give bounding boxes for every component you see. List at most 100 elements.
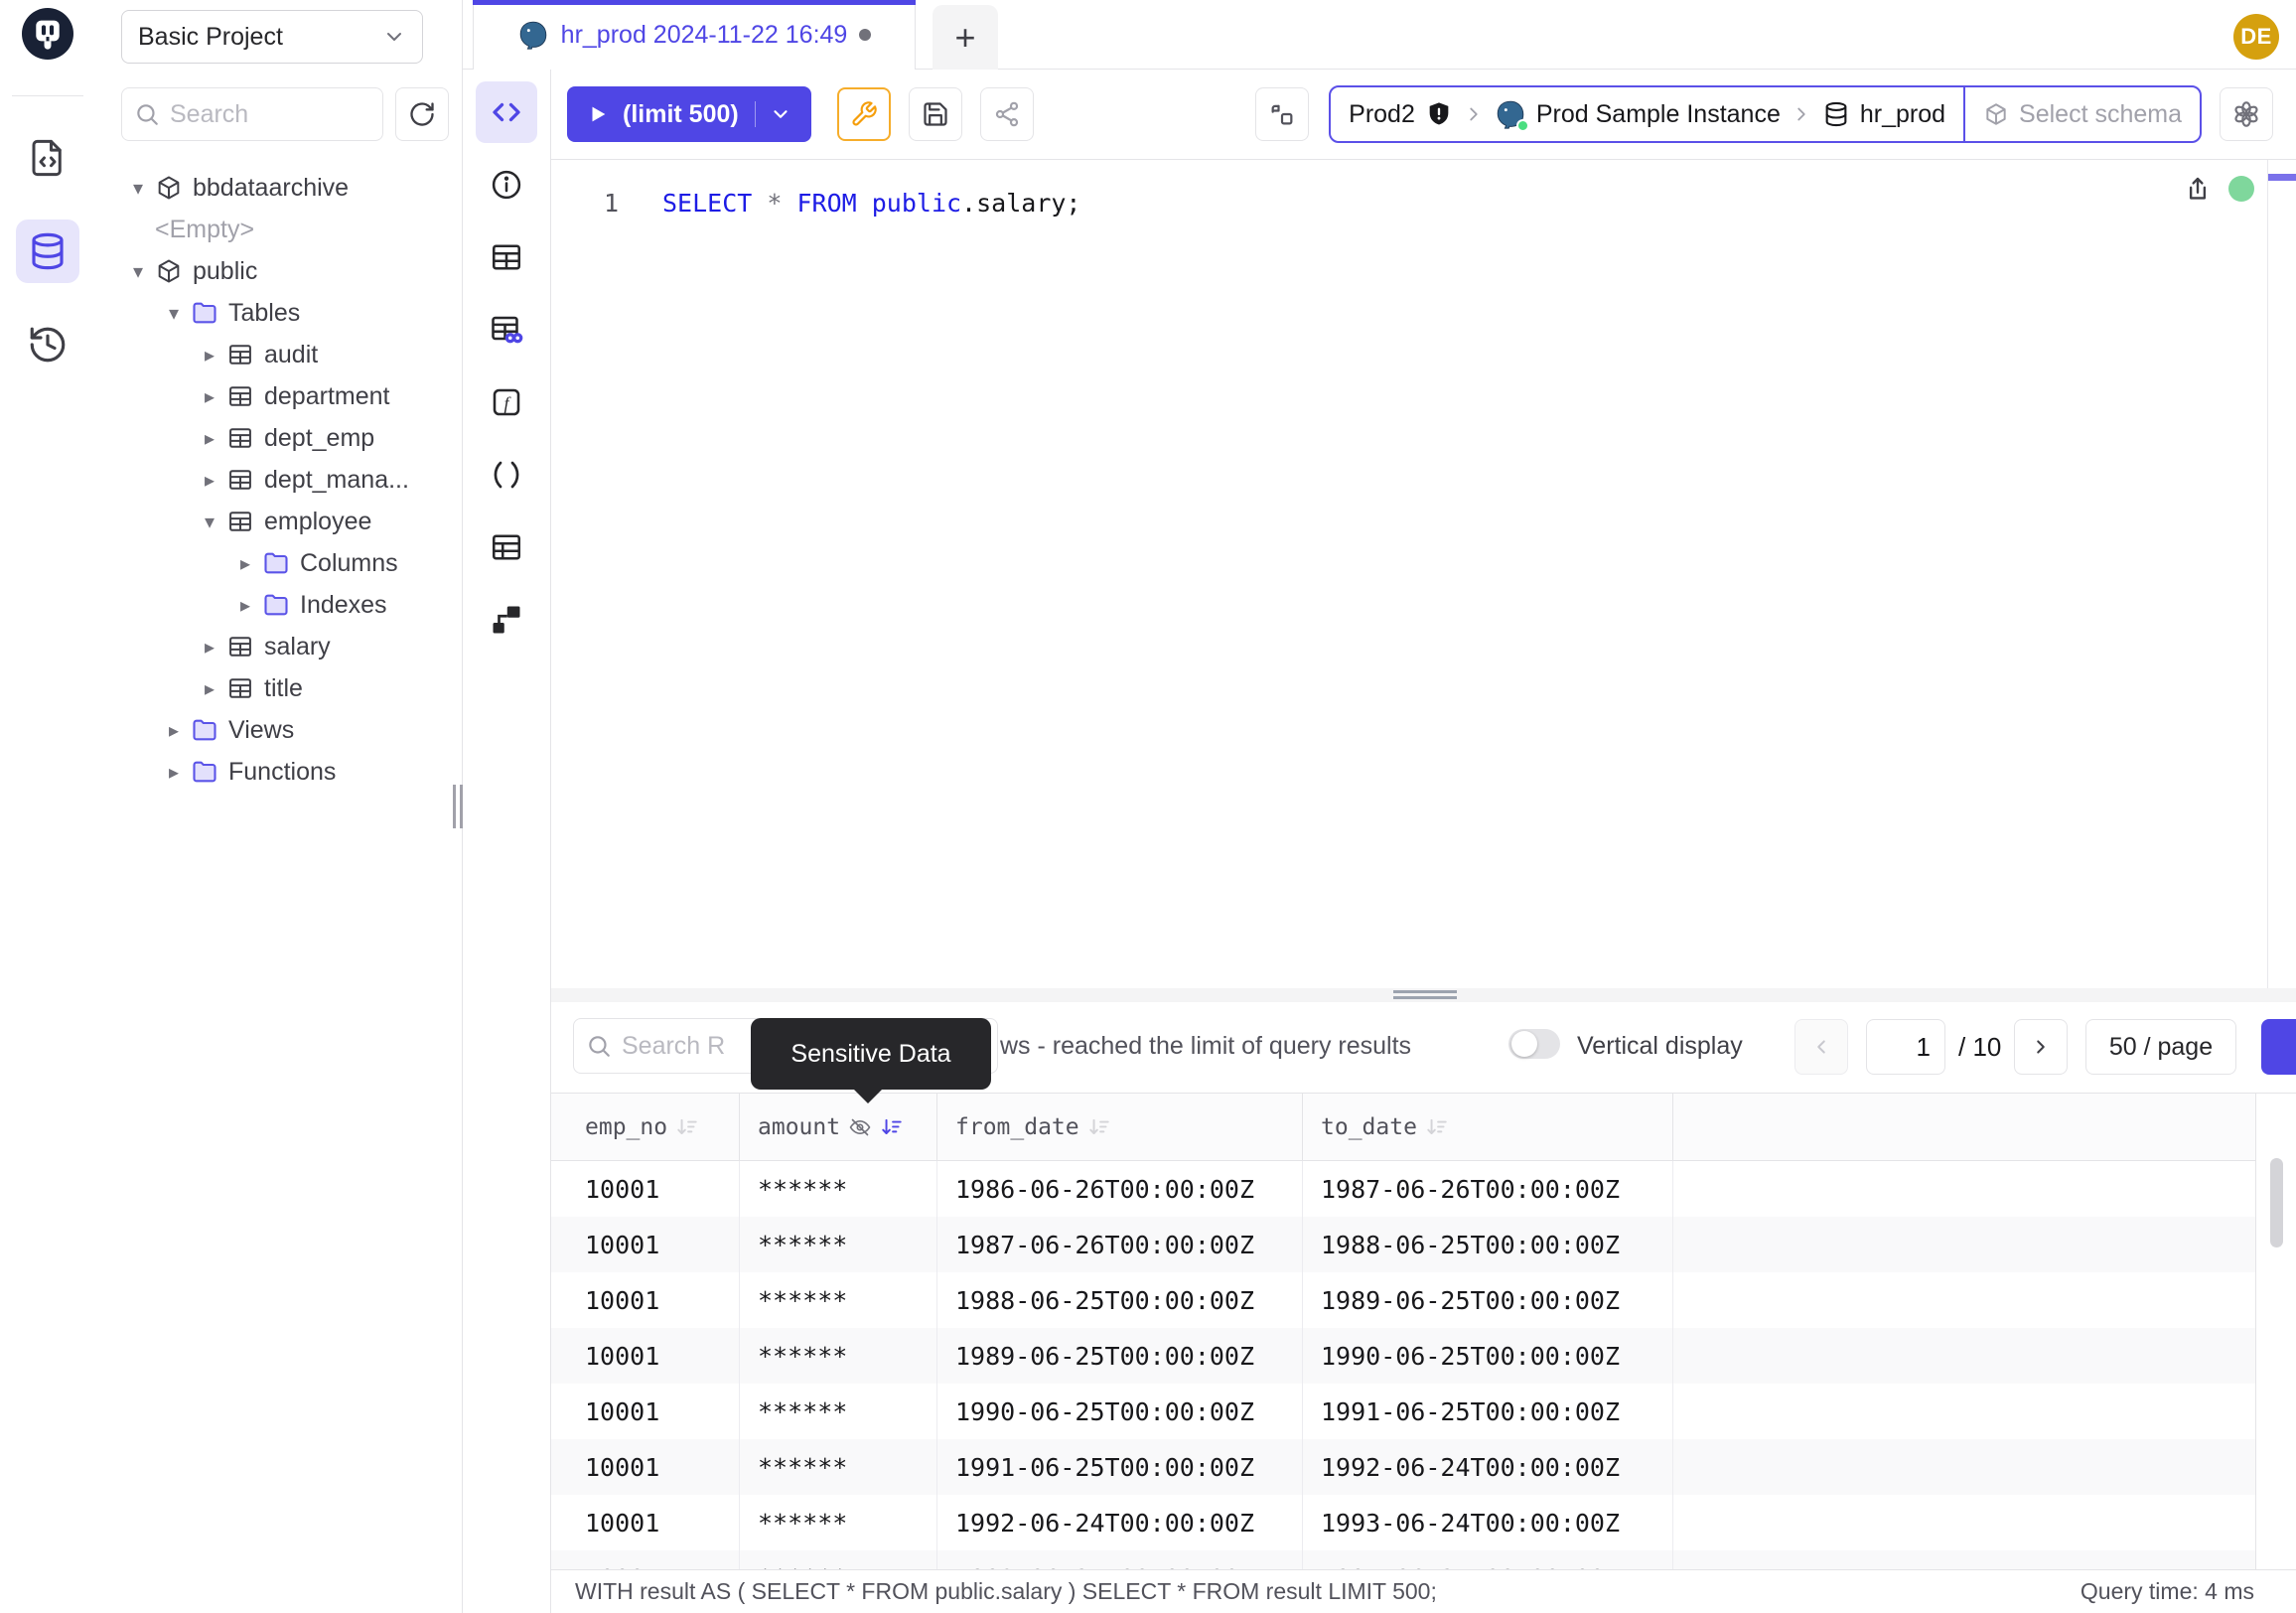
table-cell[interactable]: 1988-06-25T00:00:00Z (937, 1272, 1303, 1328)
caret-collapsed-icon[interactable]: ▸ (232, 551, 258, 576)
tree-item-functions[interactable]: ▸Functions (95, 751, 461, 793)
table-cell[interactable]: ****** (740, 1272, 937, 1328)
table-cell[interactable]: ****** (740, 1439, 937, 1495)
nav-rail-worksheet[interactable] (16, 126, 79, 190)
page-number-input[interactable] (1866, 1019, 1945, 1075)
tree-item-employee[interactable]: ▾employee (95, 501, 461, 542)
caret-collapsed-icon[interactable]: ▸ (197, 468, 222, 493)
table-cell[interactable]: ****** (740, 1495, 937, 1550)
table-cell[interactable]: 1989-06-25T00:00:00Z (937, 1328, 1303, 1384)
table-cell[interactable]: ****** (740, 1161, 937, 1217)
upload-icon[interactable] (2183, 174, 2213, 204)
user-avatar[interactable]: DE (2233, 14, 2279, 60)
tree-item-views[interactable]: ▸Views (95, 709, 461, 751)
tree-item-title[interactable]: ▸title (95, 667, 461, 709)
table-cell[interactable]: 1994-06-24T00:00:00Z (1303, 1550, 1673, 1569)
scrollbar-thumb[interactable] (2270, 1158, 2283, 1247)
table-cell[interactable]: 10001 (551, 1272, 740, 1328)
caret-collapsed-icon[interactable]: ▸ (232, 593, 258, 618)
editor-rail-function[interactable]: f (476, 371, 537, 433)
tree-item-public[interactable]: ▾public (95, 250, 461, 292)
chevron-down-icon[interactable] (770, 103, 791, 125)
connection-breadcrumb[interactable]: Prod2 Prod Sample Instance hr_prod Selec… (1329, 85, 2202, 143)
table-cell[interactable]: 1993-06-24T00:00:00Z (1303, 1495, 1673, 1550)
table-cell[interactable]: 1991-06-25T00:00:00Z (937, 1439, 1303, 1495)
tree-item-department[interactable]: ▸department (95, 375, 461, 417)
save-button[interactable] (909, 87, 962, 141)
prev-page-button[interactable] (1794, 1019, 1848, 1075)
column-header-to_date[interactable]: to_date (1303, 1094, 1673, 1160)
ai-assistant-button[interactable] (2220, 87, 2273, 141)
tree-item-salary[interactable]: ▸salary (95, 626, 461, 667)
table-cell[interactable]: 1988-06-25T00:00:00Z (1303, 1217, 1673, 1272)
breadcrumb-main[interactable]: Prod2 Prod Sample Instance hr_prod (1331, 98, 1963, 130)
editor-rail-sheet[interactable] (476, 516, 537, 578)
refresh-button[interactable] (395, 87, 449, 141)
editor-rail-table[interactable] (476, 226, 537, 288)
tree-item-dept-emp[interactable]: ▸dept_emp (95, 417, 461, 459)
editor-rail-schema-diagram[interactable] (476, 589, 537, 651)
table-row[interactable]: 10001******1992-06-24T00:00:00Z1993-06-2… (551, 1495, 2296, 1550)
table-row[interactable]: 10001******1990-06-25T00:00:00Z1991-06-2… (551, 1384, 2296, 1439)
table-cell[interactable]: 1993-06-24T00:00:00Z (937, 1550, 1303, 1569)
table-scrollbar[interactable] (2255, 1094, 2296, 1569)
editor-rail-table-link[interactable] (476, 299, 537, 361)
table-cell[interactable]: 1989-06-25T00:00:00Z (1303, 1272, 1673, 1328)
caret-collapsed-icon[interactable]: ▸ (197, 343, 222, 367)
column-header-amount[interactable]: amount (740, 1094, 937, 1160)
table-cell[interactable]: 10001 (551, 1161, 740, 1217)
table-cell[interactable]: 10001 (551, 1439, 740, 1495)
table-cell[interactable]: ****** (740, 1217, 937, 1272)
run-query-button[interactable]: (limit 500) (567, 86, 811, 142)
table-cell[interactable]: 1987-06-26T00:00:00Z (937, 1217, 1303, 1272)
tree-item-tables[interactable]: ▾Tables (95, 292, 461, 334)
table-cell[interactable]: 1986-06-26T00:00:00Z (937, 1161, 1303, 1217)
caret-expanded-icon[interactable]: ▾ (125, 176, 151, 201)
editor-rail-parentheses[interactable] (476, 444, 537, 506)
table-cell[interactable]: 1987-06-26T00:00:00Z (1303, 1161, 1673, 1217)
table-cell[interactable]: 10001 (551, 1495, 740, 1550)
table-cell[interactable]: 10001 (551, 1550, 740, 1569)
next-page-button[interactable] (2014, 1019, 2068, 1075)
table-row[interactable]: 10001******1988-06-25T00:00:00Z1989-06-2… (551, 1272, 2296, 1328)
sidebar-search-input[interactable] (170, 100, 349, 129)
caret-collapsed-icon[interactable]: ▸ (197, 676, 222, 701)
vertical-display-toggle[interactable] (1508, 1029, 1560, 1059)
table-cell[interactable]: ****** (740, 1550, 937, 1569)
table-row[interactable]: 10001******1986-06-26T00:00:00Z1987-06-2… (551, 1161, 2296, 1217)
caret-collapsed-icon[interactable]: ▸ (197, 426, 222, 451)
caret-collapsed-icon[interactable]: ▸ (161, 718, 187, 743)
table-cell[interactable]: 1991-06-25T00:00:00Z (1303, 1384, 1673, 1439)
table-cell[interactable]: 1992-06-24T00:00:00Z (937, 1495, 1303, 1550)
sql-editor[interactable]: 1 SELECT * FROM public.salary; (551, 160, 2296, 988)
table-cell[interactable]: 10001 (551, 1328, 740, 1384)
editor-scrollbar[interactable] (2267, 160, 2296, 988)
tree-item-indexes[interactable]: ▸Indexes (95, 584, 461, 626)
column-header-from_date[interactable]: from_date (937, 1094, 1303, 1160)
bytebase-logo-icon[interactable] (22, 8, 73, 60)
caret-collapsed-icon[interactable]: ▸ (197, 635, 222, 660)
share-button[interactable] (980, 87, 1034, 141)
table-row[interactable]: 10001******1989-06-25T00:00:00Z1990-06-2… (551, 1328, 2296, 1384)
table-cell[interactable]: 1990-06-25T00:00:00Z (1303, 1328, 1673, 1384)
sidebar-resize-handle[interactable] (453, 785, 463, 828)
export-button[interactable] (2261, 1019, 2296, 1075)
table-cell[interactable]: ****** (740, 1384, 937, 1439)
table-row[interactable]: 10001******1991-06-25T00:00:00Z1992-06-2… (551, 1439, 2296, 1495)
select-schema-button[interactable]: Select schema (1965, 100, 2200, 129)
nav-rail-history[interactable] (16, 313, 79, 376)
table-cell[interactable]: ****** (740, 1328, 937, 1384)
tree-item-audit[interactable]: ▸audit (95, 334, 461, 375)
table-row[interactable]: 10001******1993-06-24T00:00:00Z1994-06-2… (551, 1550, 2296, 1569)
table-cell[interactable]: 1990-06-25T00:00:00Z (937, 1384, 1303, 1439)
tree-item-bbdataarchive[interactable]: ▾bbdataarchive (95, 167, 461, 209)
results-resize-divider[interactable] (551, 988, 2296, 1002)
caret-collapsed-icon[interactable]: ▸ (197, 384, 222, 409)
caret-collapsed-icon[interactable]: ▸ (161, 760, 187, 785)
tree-item-dept-mana-[interactable]: ▸dept_mana... (95, 459, 461, 501)
table-cell[interactable]: 10001 (551, 1384, 740, 1439)
nav-rail-database[interactable] (16, 220, 79, 283)
table-row[interactable]: 10001******1987-06-26T00:00:00Z1988-06-2… (551, 1217, 2296, 1272)
tree-item-columns[interactable]: ▸Columns (95, 542, 461, 584)
caret-expanded-icon[interactable]: ▾ (197, 510, 222, 534)
